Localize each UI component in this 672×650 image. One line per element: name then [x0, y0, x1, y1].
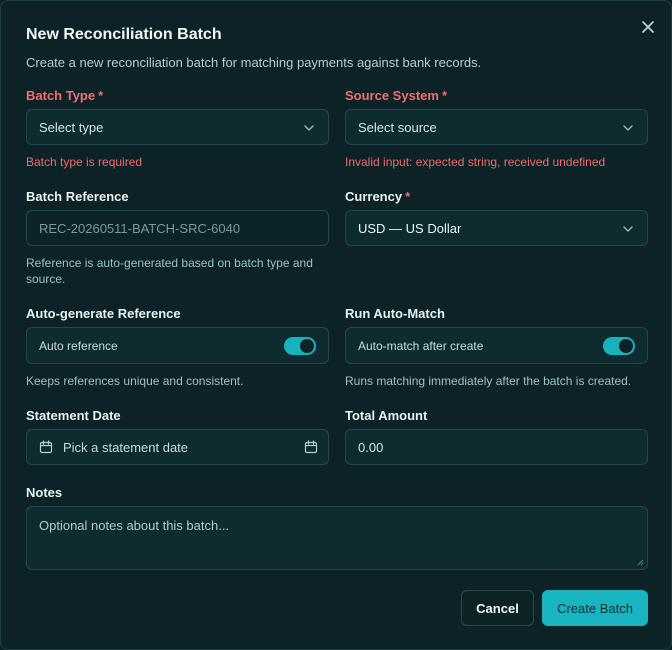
auto-match-toggle[interactable]: [603, 337, 635, 355]
notes-placeholder: Optional notes about this batch...: [39, 518, 230, 533]
dialog-title: New Reconciliation Batch: [26, 26, 222, 43]
batch-type-select[interactable]: Select type: [26, 109, 329, 145]
total-amount-label: Total Amount: [345, 408, 428, 423]
required-mark: *: [405, 189, 411, 204]
source-system-label: Source System *: [345, 88, 447, 103]
batch-type-label: Batch Type *: [26, 88, 103, 103]
batch-reference-label: Batch Reference: [26, 189, 129, 204]
auto-match-help: Runs matching immediately after the batc…: [345, 374, 632, 388]
batch-type-error: Batch type is required: [26, 155, 143, 169]
currency-select[interactable]: USD — US Dollar: [345, 210, 648, 246]
batch-reference-help: Reference is auto-generated based on bat…: [26, 256, 313, 286]
auto-reference-row: Auto reference: [26, 327, 329, 364]
chevron-down-icon: [623, 125, 633, 131]
total-amount-value: 0.00: [358, 439, 384, 455]
statement-date-placeholder: Pick a statement date: [63, 439, 189, 455]
auto-reference-help: Keeps references unique and consistent.: [26, 374, 244, 388]
batch-type-placeholder: Select type: [39, 119, 104, 135]
auto-reference-toggle-label: Auto reference: [39, 338, 118, 353]
auto-match-row: Auto-match after create: [345, 327, 648, 364]
close-button[interactable]: [637, 16, 659, 38]
statement-date-label: Statement Date: [26, 408, 121, 423]
chevron-down-icon: [623, 226, 633, 232]
new-batch-dialog: New Reconciliation Batch Create a new re…: [0, 0, 672, 650]
required-mark: *: [441, 88, 447, 103]
source-system-placeholder: Select source: [358, 119, 437, 135]
close-icon: [642, 21, 654, 33]
currency-label: Currency *: [345, 189, 410, 204]
batch-reference-input: REC-20260511-BATCH-SRC-6040: [26, 210, 329, 246]
currency-value: USD — US Dollar: [358, 220, 462, 236]
toggle-knob: [619, 339, 633, 353]
chevron-down-icon: [304, 125, 314, 131]
cancel-button[interactable]: Cancel: [461, 590, 534, 626]
notes-textarea[interactable]: Optional notes about this batch...: [26, 506, 648, 570]
batch-reference-value: REC-20260511-BATCH-SRC-6040: [39, 220, 241, 236]
calendar-icon: [39, 440, 53, 454]
source-system-label-text: Source System: [345, 88, 439, 103]
calendar-icon[interactable]: [304, 440, 318, 454]
auto-match-toggle-label: Auto-match after create: [358, 338, 484, 353]
toggle-knob: [300, 339, 314, 353]
dialog-subtitle: Create a new reconciliation batch for ma…: [26, 55, 482, 70]
batch-type-label-text: Batch Type: [26, 88, 96, 103]
currency-label-text: Currency: [345, 189, 403, 204]
notes-label: Notes: [26, 485, 63, 500]
total-amount-input[interactable]: 0.00: [345, 429, 648, 465]
auto-match-label: Run Auto-Match: [345, 306, 445, 321]
statement-date-picker[interactable]: Pick a statement date: [26, 429, 329, 465]
source-system-error: Invalid input: expected string, received…: [345, 155, 606, 169]
required-mark: *: [98, 88, 104, 103]
source-system-select[interactable]: Select source: [345, 109, 648, 145]
resize-handle-icon[interactable]: [636, 558, 644, 566]
auto-reference-label: Auto-generate Reference: [26, 306, 181, 321]
auto-reference-toggle[interactable]: [284, 337, 316, 355]
create-batch-button[interactable]: Create Batch: [542, 590, 648, 626]
